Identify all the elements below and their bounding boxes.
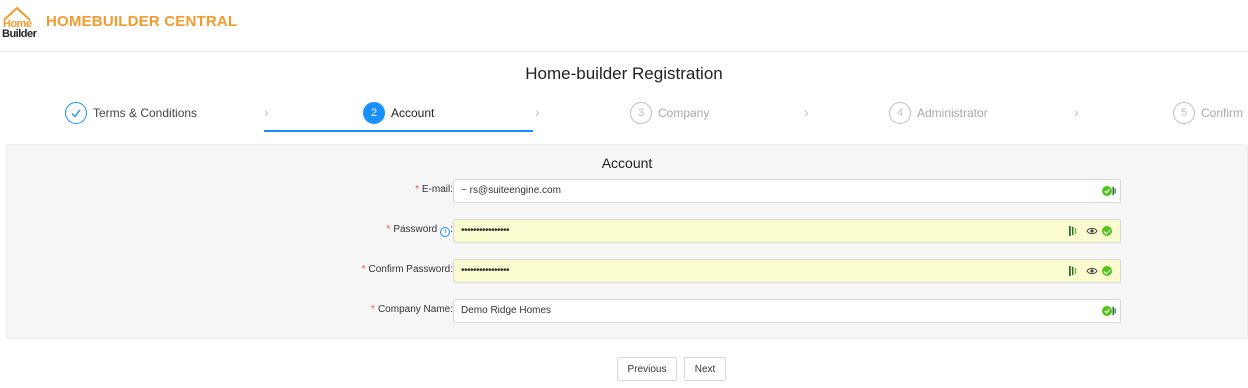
chevron-right-icon: › — [804, 104, 809, 120]
company-name-value: Demo Ridge Homes — [461, 305, 552, 316]
step-number: 5 — [1173, 102, 1195, 124]
step-company[interactable]: 3 Company — [630, 101, 709, 125]
step-number: 2 — [363, 102, 385, 124]
logo-text-builder: Builder — [2, 28, 37, 40]
valid-check-icon — [1102, 226, 1112, 236]
step-label: Administrator — [917, 106, 988, 120]
chevron-right-icon: › — [1074, 104, 1079, 120]
required-marker: * — [386, 224, 391, 235]
company-name-label: * Company Name: — [371, 304, 453, 315]
password-manager-icon[interactable] — [1068, 265, 1082, 277]
step-terms[interactable]: Terms & Conditions — [65, 101, 197, 125]
company-name-field[interactable]: Demo Ridge Homes — [453, 299, 1121, 323]
required-marker: * — [361, 264, 366, 275]
check-icon — [65, 102, 87, 124]
required-marker: * — [414, 184, 419, 195]
page-title: Home-builder Registration — [525, 64, 723, 83]
step-administrator[interactable]: 4 Administrator — [889, 101, 988, 125]
registration-steps: Terms & Conditions › 2 Account › 3 Compa… — [0, 96, 1248, 136]
next-button[interactable]: Next — [684, 357, 726, 381]
step-label: Terms & Conditions — [93, 106, 198, 120]
eye-icon[interactable] — [1086, 265, 1098, 277]
step-number: 3 — [630, 102, 652, 124]
step-label: Account — [391, 106, 435, 120]
email-label: * E-mail: — [414, 184, 453, 195]
step-account[interactable]: 2 Account — [363, 101, 434, 125]
chevron-right-icon: › — [535, 104, 540, 120]
app-header: Home Builder HOMEBUILDER CENTRAL — [0, 0, 1248, 52]
step-label: Confirm — [1201, 106, 1244, 120]
password-row: * Password i: •••••••••••••••• — [7, 219, 1247, 243]
confirm-password-field[interactable]: •••••••••••••••• — [453, 259, 1121, 283]
homebuilder-logo[interactable]: Home Builder — [2, 6, 37, 42]
active-step-indicator — [264, 130, 533, 132]
password-label: * Password i: — [386, 224, 453, 237]
account-form: Account * E-mail: ~ rs@suiteengine.com * P… — [6, 144, 1248, 339]
email-value: ~ rs@suiteengine.com — [461, 185, 561, 196]
company-name-row: * Company Name: Demo Ridge Homes — [7, 299, 1247, 323]
valid-check-icon — [1102, 266, 1112, 276]
confirm-password-value: •••••••••••••••• — [461, 265, 510, 276]
password-field[interactable]: •••••••••••••••• — [453, 219, 1121, 243]
password-manager-icon[interactable] — [1102, 305, 1116, 317]
form-title: Account — [601, 155, 653, 171]
brand-title: HOMEBUILDER CENTRAL — [46, 13, 238, 30]
password-manager-icon[interactable] — [1068, 225, 1082, 237]
step-number: 4 — [889, 102, 911, 124]
confirm-password-row: * Confirm Password: •••••••••••••••• — [7, 259, 1247, 283]
step-label: Company — [658, 106, 710, 120]
email-field[interactable]: ~ rs@suiteengine.com — [453, 179, 1121, 203]
email-row: * E-mail: ~ rs@suiteengine.com — [7, 179, 1247, 203]
info-icon[interactable]: i — [440, 227, 451, 237]
confirm-password-label: * Confirm Password: — [361, 264, 453, 275]
password-value: •••••••••••••••• — [461, 225, 510, 236]
previous-button[interactable]: Previous — [617, 357, 677, 381]
eye-icon[interactable] — [1086, 225, 1098, 237]
step-confirm[interactable]: 5 Confirm — [1173, 101, 1243, 125]
chevron-right-icon: › — [264, 104, 269, 120]
required-marker: * — [371, 304, 375, 315]
password-manager-icon[interactable] — [1102, 185, 1116, 197]
